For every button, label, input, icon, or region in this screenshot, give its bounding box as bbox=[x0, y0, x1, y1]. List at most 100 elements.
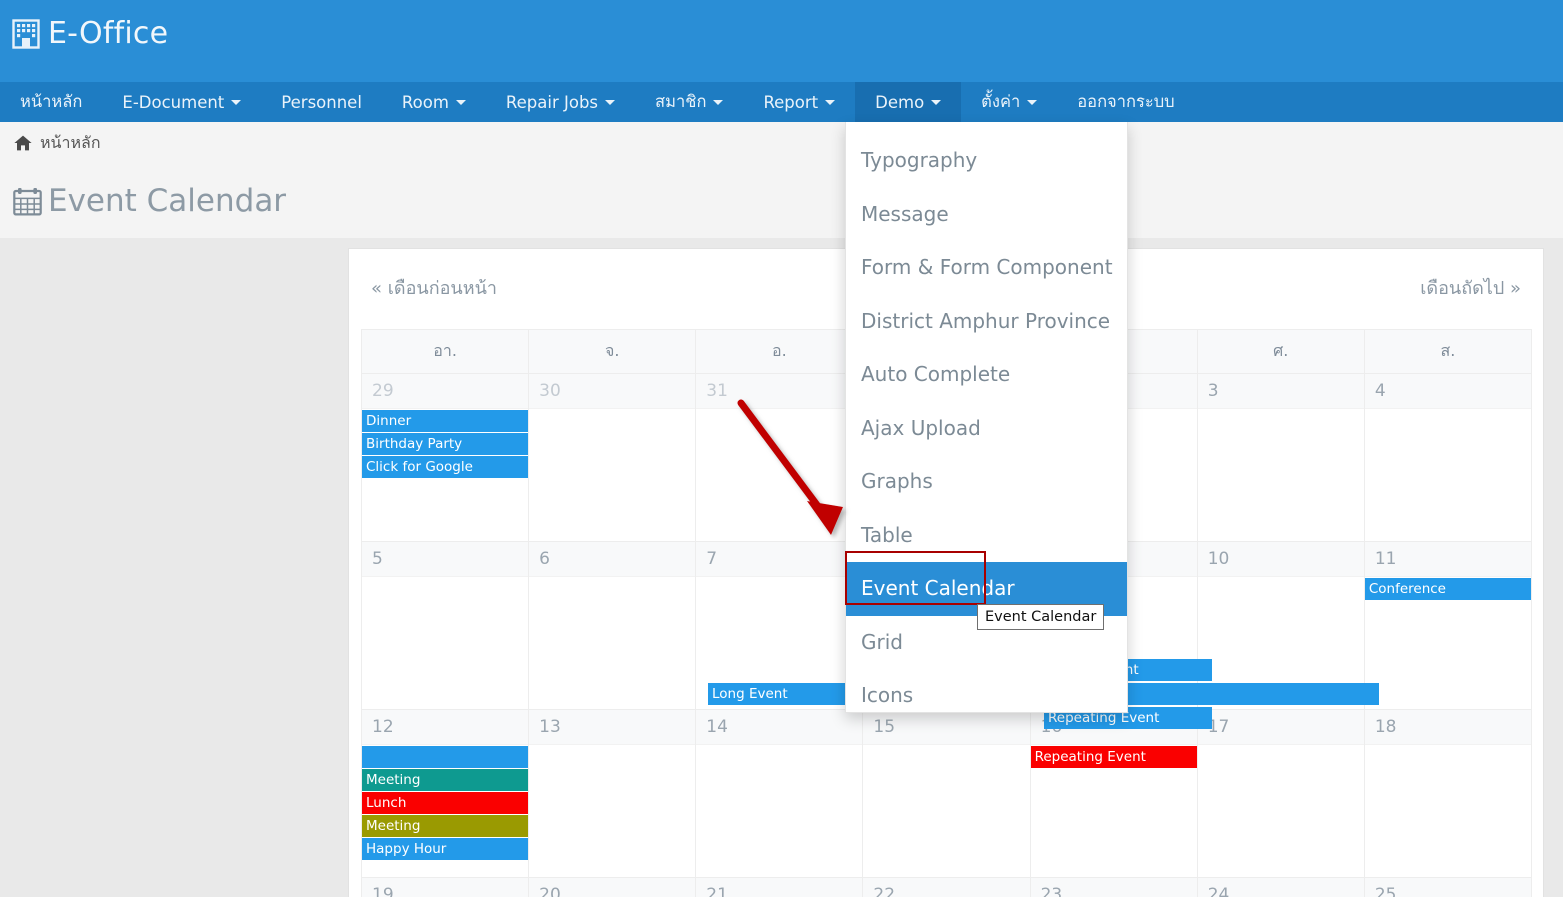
calendar-event[interactable]: Repeating Event bbox=[1031, 746, 1197, 768]
day-number: 3 bbox=[1198, 374, 1364, 409]
day-number: 6 bbox=[529, 542, 695, 577]
chevron-down-icon bbox=[456, 100, 466, 105]
calendar-day-cell[interactable]: 14 bbox=[696, 710, 863, 878]
dropdown-item-7[interactable]: Table bbox=[846, 509, 1127, 563]
calendar-event[interactable]: Conference bbox=[1365, 578, 1531, 600]
calendar-day-cell[interactable]: 31 bbox=[696, 374, 863, 542]
nav-item-0[interactable]: หน้าหลัก bbox=[0, 82, 102, 122]
nav-item-9[interactable]: ออกจากระบบ bbox=[1057, 82, 1194, 122]
nav-item-5[interactable]: สมาชิก bbox=[635, 82, 743, 122]
calendar-day-cell[interactable]: 24 bbox=[1197, 878, 1364, 897]
day-header-6: ส. bbox=[1364, 330, 1531, 374]
nav-item-label: Report bbox=[763, 93, 818, 112]
calendar-day-cell[interactable]: 6 bbox=[529, 542, 696, 710]
dropdown-item-10[interactable]: Icons bbox=[846, 669, 1127, 723]
nav-item-1[interactable]: E-Document bbox=[102, 82, 261, 122]
calendar-day-cell[interactable]: 13 bbox=[529, 710, 696, 878]
nav-item-label: E-Document bbox=[122, 93, 224, 112]
day-number: 23 bbox=[1031, 878, 1197, 897]
main-navbar: หน้าหลัก E-Document Personnel Room Repair Jo… bbox=[0, 82, 1563, 122]
calendar-week-row: 19202122232425 bbox=[362, 878, 1532, 897]
calendar-day-cell[interactable]: 5 bbox=[362, 542, 529, 710]
day-number: 21 bbox=[696, 878, 862, 897]
calendar-day-cell[interactable]: 15 bbox=[863, 710, 1030, 878]
calendar-event[interactable]: Happy Hour bbox=[362, 838, 528, 860]
calendar-day-cell[interactable]: 17 bbox=[1197, 710, 1364, 878]
prev-month-button[interactable]: « เดือนก่อนหน้า bbox=[371, 273, 497, 302]
day-number: 13 bbox=[529, 710, 695, 745]
day-header-2: อ. bbox=[696, 330, 863, 374]
day-number: 7 bbox=[696, 542, 862, 577]
calendar-event[interactable]: Click for Google bbox=[362, 456, 528, 478]
calendar-day-cell[interactable]: 12MeetingLunchMeetingHappy Hour bbox=[362, 710, 529, 878]
calendar-event[interactable]: Lunch bbox=[362, 792, 528, 814]
brand-logo[interactable]: E-Office bbox=[12, 16, 168, 51]
day-events: MeetingLunchMeetingHappy Hour bbox=[362, 746, 528, 860]
nav-item-6[interactable]: Report bbox=[743, 82, 855, 122]
content-area: « เดือนก่อนหน้า เดือนถัดไป » อา.จ.อ.พ.พฤ… bbox=[0, 238, 1563, 897]
nav-item-3[interactable]: Room bbox=[382, 82, 486, 122]
day-number: 11 bbox=[1365, 542, 1531, 577]
nav-item-label: Personnel bbox=[281, 93, 362, 112]
nav-item-4[interactable]: Repair Jobs bbox=[486, 82, 635, 122]
page-title-bar: Event Calendar bbox=[0, 164, 1563, 239]
calendar-day-cell[interactable]: 21 bbox=[696, 878, 863, 897]
nav-item-label: Room bbox=[402, 93, 449, 112]
calendar-event[interactable]: Birthday Party bbox=[362, 433, 528, 455]
dropdown-list: TypographyMessageForm & Form ComponentDi… bbox=[846, 122, 1127, 733]
day-events: Conference bbox=[1365, 578, 1531, 600]
calendar-event[interactable] bbox=[362, 746, 528, 768]
chevron-down-icon bbox=[1027, 100, 1037, 105]
day-number: 17 bbox=[1198, 710, 1364, 745]
dropdown-item-5[interactable]: Ajax Upload bbox=[846, 402, 1127, 456]
chevron-down-icon bbox=[931, 100, 941, 105]
calendar-day-cell[interactable]: 19 bbox=[362, 878, 529, 897]
building-icon bbox=[12, 19, 40, 49]
nav-item-2[interactable]: Personnel bbox=[261, 82, 382, 122]
calendar-day-cell[interactable]: 3 bbox=[1197, 374, 1364, 542]
day-number: 29 bbox=[362, 374, 528, 409]
day-number: 25 bbox=[1365, 878, 1531, 897]
day-number: 20 bbox=[529, 878, 695, 897]
nav-item-8[interactable]: ตั้งค่า bbox=[961, 82, 1057, 122]
page-title-text: Event Calendar bbox=[48, 183, 286, 219]
calendar-day-cell[interactable]: 20 bbox=[529, 878, 696, 897]
day-events: DinnerBirthday PartyClick for Google bbox=[362, 410, 528, 478]
calendar-day-cell[interactable]: 4 bbox=[1364, 374, 1531, 542]
next-month-button[interactable]: เดือนถัดไป » bbox=[1420, 273, 1521, 302]
calendar-day-cell[interactable]: 30 bbox=[529, 374, 696, 542]
brand-title: E-Office bbox=[48, 16, 168, 51]
dropdown-item-3[interactable]: District Amphur Province bbox=[846, 295, 1127, 349]
day-number: 22 bbox=[863, 878, 1029, 897]
dropdown-item-0[interactable]: Typography bbox=[846, 134, 1127, 188]
day-events: Repeating Event bbox=[1031, 746, 1197, 768]
dropdown-item-6[interactable]: Graphs bbox=[846, 455, 1127, 509]
chevron-down-icon bbox=[231, 100, 241, 105]
calendar-event[interactable]: Dinner bbox=[362, 410, 528, 432]
day-number: 18 bbox=[1365, 710, 1531, 745]
breadcrumb[interactable]: หน้าหลัก bbox=[14, 131, 101, 156]
day-number: 5 bbox=[362, 542, 528, 577]
day-number: 30 bbox=[529, 374, 695, 409]
calendar-day-cell[interactable]: 18 bbox=[1364, 710, 1531, 878]
calendar-day-cell[interactable]: 11Conference bbox=[1364, 542, 1531, 710]
calendar-day-cell[interactable]: 25 bbox=[1364, 878, 1531, 897]
dropdown-item-2[interactable]: Form & Form Component bbox=[846, 241, 1127, 295]
calendar-day-cell[interactable]: 16Repeating Event bbox=[1030, 710, 1197, 878]
chevron-down-icon bbox=[825, 100, 835, 105]
calendar-week-row: 12MeetingLunchMeetingHappy Hour13141516R… bbox=[362, 710, 1532, 878]
calendar-day-cell[interactable]: 29DinnerBirthday PartyClick for Google bbox=[362, 374, 529, 542]
nav-item-label: Demo bbox=[875, 93, 924, 112]
calendar-event[interactable]: Meeting bbox=[362, 815, 528, 837]
day-number: 4 bbox=[1365, 374, 1531, 409]
day-header-5: ศ. bbox=[1197, 330, 1364, 374]
calendar-icon bbox=[13, 187, 42, 216]
calendar-event[interactable]: Meeting bbox=[362, 769, 528, 791]
calendar-day-cell[interactable]: 22 bbox=[863, 878, 1030, 897]
day-number: 31 bbox=[696, 374, 862, 409]
dropdown-item-4[interactable]: Auto Complete bbox=[846, 348, 1127, 402]
dropdown-item-1[interactable]: Message bbox=[846, 188, 1127, 242]
calendar-day-cell[interactable]: 23 bbox=[1030, 878, 1197, 897]
nav-item-7[interactable]: Demo bbox=[855, 82, 961, 122]
day-number: 12 bbox=[362, 710, 528, 745]
